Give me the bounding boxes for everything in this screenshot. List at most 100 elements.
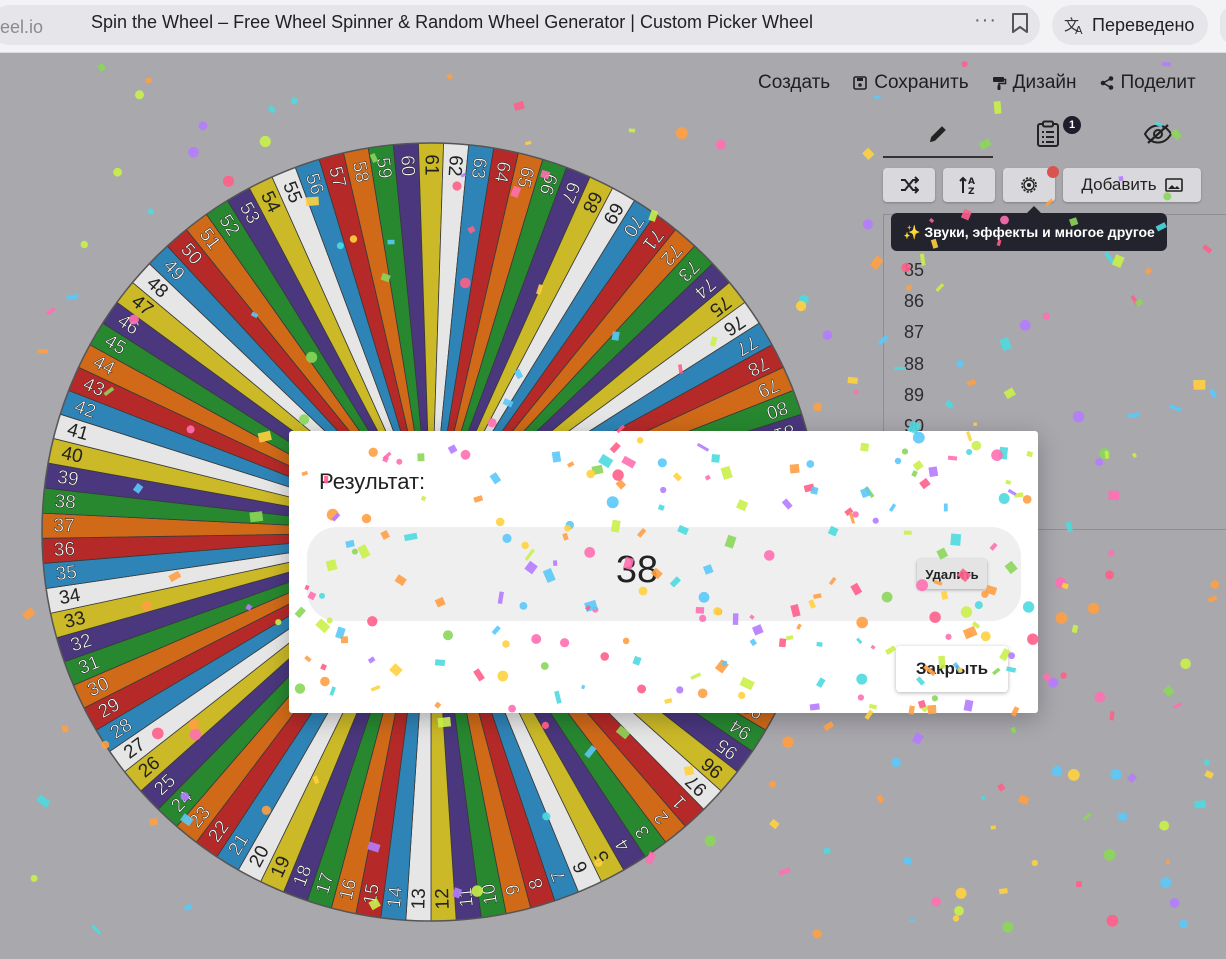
wheel-segment-label: 60 <box>396 155 418 177</box>
extra-browser-button[interactable] <box>1220 5 1226 45</box>
confetti-piece <box>1031 859 1038 867</box>
save-button[interactable]: Сохранить <box>852 72 969 94</box>
confetti-piece <box>1017 794 1030 805</box>
wheel-segment-label: 59 <box>372 156 396 180</box>
design-label: Дизайн <box>1012 72 1077 93</box>
entry-line: 85 <box>904 260 925 280</box>
wheel-segment-label: 35 <box>55 562 78 585</box>
confetti-piece <box>1110 768 1122 780</box>
confetti-piece <box>1002 921 1014 933</box>
shuffle-icon <box>901 176 919 194</box>
confetti-piece <box>952 915 960 922</box>
confetti-piece <box>812 929 822 939</box>
confetti-piece <box>1107 549 1116 557</box>
pencil-icon <box>930 126 946 142</box>
wheel-segment-label: 61 <box>421 154 442 175</box>
image-icon <box>1164 178 1183 192</box>
confetti-piece <box>30 874 38 882</box>
confetti-piece <box>1082 812 1092 821</box>
translated-label: Переведено <box>1092 14 1195 35</box>
share-button[interactable]: Поделит <box>1099 72 1196 94</box>
confetti-piece <box>955 887 967 899</box>
svg-text:A: A <box>1075 24 1083 36</box>
entry-line: 87 <box>904 322 925 343</box>
confetti-piece <box>1210 580 1220 589</box>
eye-off-icon <box>1143 124 1173 144</box>
confetti-piece <box>847 376 858 385</box>
shuffle-button[interactable] <box>883 168 935 202</box>
confetti-piece <box>513 100 525 111</box>
tab-results[interactable]: 1 <box>993 112 1103 156</box>
add-image-button[interactable]: Добавить <box>1063 168 1201 202</box>
entry-line: 86 <box>904 291 925 312</box>
confetti-piece <box>1180 658 1191 670</box>
settings-tooltip: ✨ Звуки, эффекты и многое другое <box>891 206 1167 251</box>
wheel-segment-label: 10 <box>478 882 502 906</box>
wheel-segment-label: 39 <box>56 467 80 491</box>
confetti-piece <box>1048 677 1059 688</box>
create-label: Создать <box>758 72 831 93</box>
settings-notification-dot <box>1047 166 1059 178</box>
entries-toolbar: AZ Добавить <box>883 166 1201 202</box>
results-count-badge: 1 <box>1063 116 1081 134</box>
confetti-piece <box>903 856 913 865</box>
close-button[interactable]: Закрыть <box>896 646 1008 692</box>
confetti-piece <box>1042 672 1054 685</box>
confetti-piece <box>1194 800 1207 809</box>
url-host: heel.io <box>0 17 44 37</box>
dialog-title: Результат: <box>319 469 426 494</box>
confetti-piece <box>1010 726 1017 734</box>
wheel-segment-label: 15 <box>360 882 384 906</box>
confetti-piece <box>823 847 831 855</box>
confetti-piece <box>1159 820 1170 831</box>
confetti-piece <box>961 61 968 68</box>
clipboard-list-icon <box>1037 120 1059 147</box>
confetti-piece <box>990 825 997 830</box>
delete-button[interactable]: Удалить <box>917 559 987 589</box>
wheel-segment-label: 64 <box>489 160 514 185</box>
confetti-piece <box>998 887 1008 895</box>
confetti-piece <box>267 104 276 114</box>
confetti-piece <box>862 219 873 230</box>
settings-button[interactable] <box>1003 166 1059 202</box>
confetti-piece <box>675 127 688 140</box>
result-dialog: Результат: 38 Удалить Закрыть <box>289 431 1038 713</box>
confetti-piece <box>1105 570 1114 580</box>
confetti-piece <box>1088 602 1100 615</box>
save-icon <box>853 76 868 90</box>
confetti-piece <box>1173 702 1182 709</box>
wheel-segment-label: 13 <box>408 888 430 910</box>
sort-button[interactable]: AZ <box>943 168 995 202</box>
confetti-piece <box>97 62 107 72</box>
confetti-piece <box>1061 582 1069 590</box>
confetti-piece <box>1117 812 1128 822</box>
confetti-piece <box>853 389 860 396</box>
bookmark-icon[interactable] <box>1010 12 1030 34</box>
confetti-piece <box>1060 672 1067 679</box>
tab-entries[interactable] <box>883 112 993 158</box>
tab-hidden[interactable] <box>1103 112 1213 156</box>
confetti-piece <box>1071 624 1079 634</box>
add-label: Добавить <box>1081 175 1157 194</box>
translated-button[interactable]: 文A Переведено <box>1052 5 1209 45</box>
confetti-piece <box>145 77 152 84</box>
more-options-icon[interactable]: ··· <box>974 9 997 32</box>
wheel-segment-label: 62 <box>444 155 466 177</box>
confetti-piece <box>1106 914 1119 927</box>
wheel-segment-label: 58 <box>348 160 373 185</box>
page-title: Spin the Wheel – Free Wheel Spinner & Ra… <box>91 12 813 32</box>
confetti-piece <box>1204 770 1214 779</box>
save-label: Сохранить <box>874 72 969 93</box>
result-box: 38 Удалить <box>307 527 1021 621</box>
svg-text:A: A <box>968 177 975 187</box>
confetti-piece <box>980 795 986 801</box>
confetti-piece <box>1109 711 1115 721</box>
entries-list: 85 86 87 88 89 90 <box>904 255 924 442</box>
create-button[interactable]: Создать <box>758 72 830 94</box>
design-button[interactable]: Дизайн <box>991 72 1077 94</box>
confetti-piece <box>997 783 1006 792</box>
confetti-piece <box>876 794 885 804</box>
confetti-piece <box>22 607 36 621</box>
confetti-piece <box>822 330 833 340</box>
wheel-segment-label: 63 <box>467 156 491 180</box>
